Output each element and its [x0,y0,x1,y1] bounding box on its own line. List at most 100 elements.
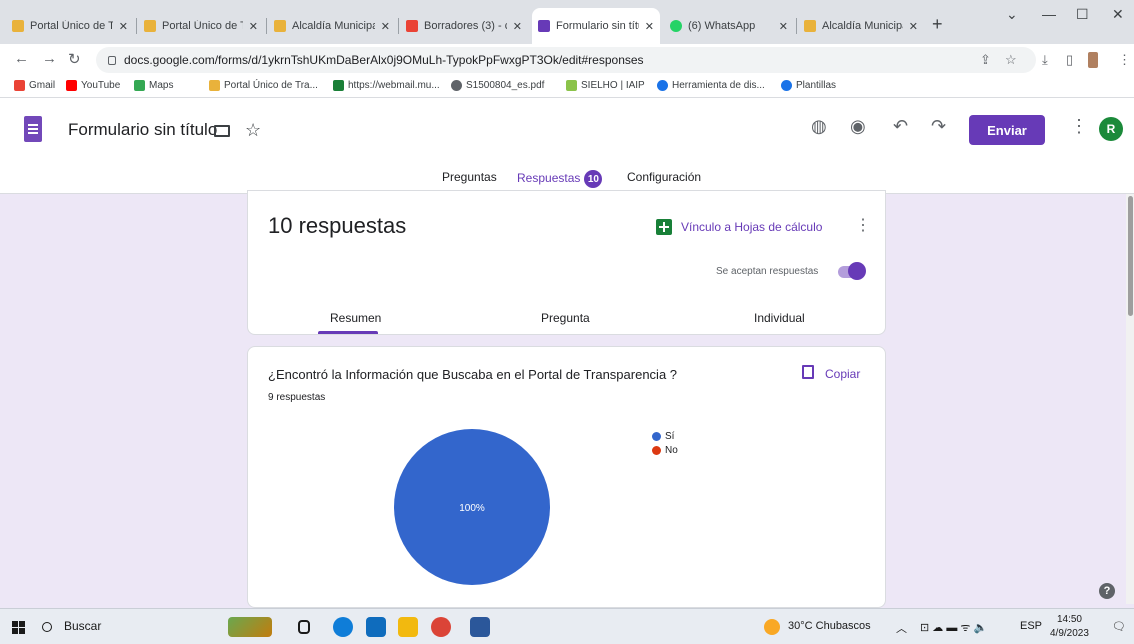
subtab-individual[interactable]: Individual [754,311,805,325]
reload-icon[interactable]: ↻ [68,50,81,68]
bookmark-plantillas[interactable]: Plantillas [781,80,836,91]
preview-eye-icon[interactable]: ◉ [850,116,866,137]
send-button[interactable]: Enviar [969,115,1045,145]
bookmark-pdf[interactable]: S1500804_es.pdf [451,80,544,91]
system-tray-icons[interactable]: ⊡ ☁ ▬ ᯤ 🔈 [920,620,987,635]
clock[interactable]: 14:50 4/9/2023 [1050,613,1089,641]
taskbar-search[interactable]: Buscar [42,619,101,633]
close-window-icon[interactable]: ✕ [1112,6,1124,23]
tab-responses[interactable]: Respuestas 10 [517,170,603,188]
alcaldia-favicon-icon [274,20,286,32]
palette-icon[interactable]: ◍ [811,116,827,137]
star-icon[interactable]: ☆ [245,120,261,141]
avatar[interactable]: R [1099,117,1123,141]
bookmark-gmail[interactable]: Gmail [14,80,55,91]
portal-favicon-icon [12,20,24,32]
browser-tab[interactable]: Alcaldía Municipa ✕ [268,8,396,44]
more-options-icon[interactable]: ⋮ [855,215,871,235]
maximize-icon[interactable]: ☐ [1076,6,1089,23]
tab-settings[interactable]: Configuración [627,170,701,184]
bookmark-portal[interactable]: Portal Único de Tra... [209,80,318,91]
browser-tab[interactable]: Portal Único de T ✕ [138,8,264,44]
browser-tab[interactable]: Portal Único de T ✕ [6,8,134,44]
chrome-icon[interactable] [431,617,451,637]
tab-questions[interactable]: Preguntas [442,170,497,184]
bookmark-youtube[interactable]: YouTube [66,80,120,91]
task-view-icon[interactable] [298,620,310,634]
windows-start-icon[interactable] [12,621,26,635]
tab-divider [266,18,267,34]
bookmark-herramienta[interactable]: Herramienta de dis... [657,80,765,91]
browser-tab[interactable]: Alcaldía Municipa ✕ [798,8,924,44]
portal-favicon-icon [144,20,156,32]
responses-summary-card: 10 respuestas Vínculo a Hojas de cálculo… [247,190,886,335]
minimize-icon[interactable]: — [1042,6,1056,22]
youtube-icon [66,80,77,91]
url-text: docs.google.com/forms/d/1ykrnTshUKmDaBer… [124,53,644,67]
gmail-icon [14,80,25,91]
sheets-icon[interactable] [656,219,672,235]
close-icon[interactable]: ✕ [119,20,128,33]
browser-tab[interactable]: Borradores (3) - c ✕ [400,8,528,44]
side-panel-icon[interactable]: ▯ [1066,52,1073,68]
tab-divider [398,18,399,34]
subtab-question[interactable]: Pregunta [541,311,590,325]
back-arrow-icon[interactable]: ← [14,50,29,67]
tab-search-chevron-icon[interactable]: ⌄ [1006,6,1018,23]
tab-divider [796,18,797,34]
form-title[interactable]: Formulario sin título [68,120,217,140]
undo-icon[interactable]: ↶ [893,116,908,137]
browser-tab-active[interactable]: Formulario sin títu ✕ [532,8,660,44]
bookmark-webmail[interactable]: https://webmail.mu... [333,80,440,91]
browser-toolbar: ← → ↻ docs.google.com/forms/d/1ykrnTshUK… [0,44,1134,76]
file-explorer-icon[interactable] [398,617,418,637]
folder-icon[interactable] [214,125,230,137]
address-bar[interactable]: docs.google.com/forms/d/1ykrnTshUKmDaBer… [96,47,1036,73]
bookmark-star-icon[interactable]: ☆ [1005,52,1017,68]
more-options-icon[interactable]: ⋮ [1070,116,1088,137]
sielho-icon [566,80,577,91]
news-widget-icon[interactable] [228,617,272,637]
profile-avatar-icon[interactable] [1088,52,1098,68]
edge-icon[interactable] [333,617,353,637]
tab-responses-label: Respuestas [517,171,581,186]
whatsapp-favicon-icon [670,20,682,32]
language-indicator[interactable]: ESP [1020,620,1042,632]
windows-taskbar: Buscar 30°C Chubascos ︿ ⊡ ☁ ▬ ᯤ 🔈 ESP 14… [0,608,1134,644]
browser-tab[interactable]: (6) WhatsApp ✕ [664,8,794,44]
globe-icon [451,80,462,91]
weather-text[interactable]: 30°C Chubascos [788,620,871,632]
weather-icon[interactable] [764,619,780,635]
mail-app-icon[interactable] [366,617,386,637]
download-icon[interactable]: ⤓ [1042,52,1048,68]
forms-logo-icon[interactable] [24,116,42,142]
tray-chevron-icon[interactable]: ︿ [896,620,907,636]
redo-icon[interactable]: ↷ [931,116,946,137]
accepting-responses-label: Se aceptan respuestas [716,266,819,277]
subtab-summary[interactable]: Resumen [330,311,381,325]
alcaldia-favicon-icon [804,20,816,32]
forward-arrow-icon[interactable]: → [42,50,57,67]
forms-header: Formulario sin título ☆ ◍ ◉ ↶ ↷ Enviar ⋮… [0,98,1134,194]
bookmark-sielho[interactable]: SIELHO | IAIP [566,80,645,91]
close-icon[interactable]: ✕ [381,20,390,33]
close-icon[interactable]: ✕ [513,20,522,33]
share-icon[interactable]: ⇪ [980,52,991,68]
pie-data-label: 100% [459,503,485,514]
close-icon[interactable]: ✕ [249,20,258,33]
browser-menu-icon[interactable]: ⋮ [1118,52,1131,68]
new-tab-button[interactable]: + [932,14,943,35]
toggle-knob[interactable] [848,262,866,280]
close-icon[interactable]: ✕ [645,20,654,33]
browser-tab-strip: Portal Único de T ✕ Portal Único de T ✕ … [0,0,1134,44]
close-icon[interactable]: ✕ [909,20,918,33]
link-to-sheets-button[interactable]: Vínculo a Hojas de cálculo [681,220,822,234]
bookmarks-bar: Gmail YouTube Maps Portal Único de Tra..… [0,76,1134,98]
bookmark-maps[interactable]: Maps [134,80,173,91]
scrollbar-thumb[interactable] [1128,196,1133,316]
notifications-icon[interactable]: 🗨 [1112,620,1126,633]
help-icon[interactable]: ? [1099,583,1115,599]
legend-item: No [652,445,678,456]
close-icon[interactable]: ✕ [779,20,788,33]
word-icon[interactable] [470,617,490,637]
